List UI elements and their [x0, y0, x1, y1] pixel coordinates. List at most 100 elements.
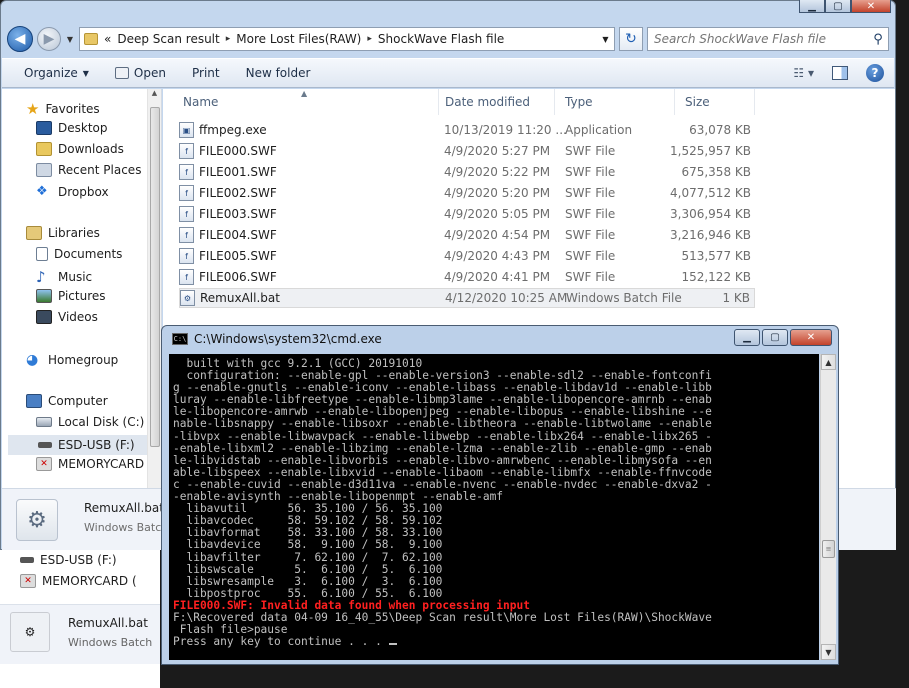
file-row[interactable]: ▣ ffmpeg.exe 10/13/2019 11:20 ... Applica… — [179, 120, 755, 140]
sidebar-item-dropbox[interactable]: ❖ Dropbox — [36, 184, 109, 199]
column-header-size[interactable]: Size — [675, 89, 755, 115]
file-row[interactable]: f FILE002.SWF 4/9/2020 5:20 PM SWF File 4… — [179, 183, 755, 203]
detail-file-type: Windows Batch — [84, 521, 169, 534]
scroll-thumb[interactable] — [150, 107, 160, 447]
sidebar-item-favorites[interactable]: ★ Favorites — [26, 100, 100, 118]
scroll-thumb[interactable]: ≡ — [822, 540, 835, 558]
sidebar-item-pictures[interactable]: Pictures — [36, 289, 106, 303]
sidebar-label: Documents — [54, 247, 123, 261]
maximize-button[interactable]: ▢ — [825, 0, 851, 13]
chevron-right-icon[interactable]: ▸ — [226, 34, 231, 44]
sidebar-item-recent-places[interactable]: Recent Places — [36, 163, 141, 177]
libraries-icon — [26, 226, 42, 240]
back-button[interactable]: ◀ — [7, 26, 33, 52]
organize-button[interactable]: Organize ▼ — [24, 66, 89, 80]
new-folder-button[interactable]: New folder — [246, 66, 311, 80]
sidebar-scrollbar[interactable]: ▲ — [147, 89, 161, 488]
new-folder-label: New folder — [245, 66, 311, 80]
scroll-up-arrow[interactable]: ▲ — [821, 354, 836, 370]
cmd-close-button[interactable]: ✕ — [790, 329, 832, 346]
file-row[interactable]: f FILE005.SWF 4/9/2020 4:43 PM SWF File 5… — [179, 246, 755, 266]
search-icon[interactable]: ⚲ — [868, 32, 888, 47]
cmd-title: C:\Windows\system32\cmd.exe — [194, 332, 382, 346]
pictures-icon — [36, 289, 52, 303]
sidebar-item-computer[interactable]: Computer — [26, 394, 108, 408]
chevron-right-icon[interactable]: ▸ — [367, 34, 372, 44]
breadcrumb-more-lost-files[interactable]: More Lost Files(RAW) ▸ — [236, 32, 372, 46]
console-line: -libvpx --enable-libwavpack --enable-lib… — [173, 429, 712, 443]
preview-pane-icon[interactable] — [832, 66, 848, 80]
console-output[interactable]: built with gcc 9.2.1 (GCC) 20191010 conf… — [169, 354, 819, 660]
console-line: -enable-libxml2 --enable-libzimg --enabl… — [173, 441, 712, 455]
sidebar-label: Recent Places — [58, 163, 142, 177]
sidebar-item-documents[interactable]: Documents — [36, 247, 122, 261]
batch-file-gear-icon: ⚙ — [10, 612, 50, 652]
sidebar-item-videos[interactable]: Videos — [36, 310, 98, 324]
sidebar-label: Dropbox — [58, 184, 109, 199]
cmd-scrollbar[interactable]: ▲ ≡ ▼ — [820, 354, 836, 660]
detail-file-name: RemuxAll.bat — [84, 501, 164, 515]
file-row[interactable]: f FILE006.SWF 4/9/2020 4:41 PM SWF File 1… — [179, 267, 755, 287]
console-line: libavfilter 7. 62.100 / 7. 62.100 — [173, 550, 443, 564]
close-button[interactable]: ✕ — [851, 0, 891, 13]
cmd-icon: C:\ — [172, 333, 188, 345]
navigation-bar: ◀ ▶ ▼ « Deep Scan result ▸ More Lost File… — [7, 25, 889, 53]
breadcrumb-deep-scan-result[interactable]: Deep Scan result ▸ — [117, 32, 230, 46]
cmd-titlebar[interactable]: C:\ C:\Windows\system32\cmd.exe — [172, 332, 382, 346]
file-row[interactable]: f FILE003.SWF 4/9/2020 5:05 PM SWF File 3… — [179, 204, 755, 224]
recent-places-icon — [36, 163, 52, 177]
hard-drive-icon — [36, 417, 52, 427]
view-options-icon[interactable]: ☷ ▾ — [793, 66, 814, 80]
forward-button[interactable]: ▶ — [37, 27, 61, 51]
sidebar-item-memorycard[interactable]: ✕ MEMORYCARD ( — [36, 457, 153, 471]
scroll-up-arrow[interactable]: ▲ — [148, 89, 161, 97]
refresh-button[interactable]: ↻ — [619, 27, 643, 51]
usb-drive-icon — [20, 557, 34, 563]
bg-nav-memorycard-label: MEMORYCARD ( — [42, 574, 137, 588]
sidebar-item-music[interactable]: ♪ Music — [36, 268, 92, 286]
column-header-type[interactable]: Type — [555, 89, 675, 115]
swf-file-icon: f — [179, 164, 194, 180]
breadcrumb-shockwave-flash-file[interactable]: ShockWave Flash file — [378, 32, 504, 46]
sidebar-item-libraries[interactable]: Libraries — [26, 226, 100, 240]
address-dropdown-arrow[interactable]: ▼ — [596, 35, 614, 44]
console-line-pause: Press any key to continue . . . — [173, 636, 819, 648]
text-cursor — [388, 643, 397, 646]
bg-nav-memorycard[interactable]: ✕ MEMORYCARD ( — [20, 571, 137, 591]
chevron-down-icon: ▼ — [82, 68, 89, 78]
swf-file-icon: f — [179, 227, 194, 243]
sidebar-item-local-disk[interactable]: Local Disk (C:) — [36, 415, 144, 429]
memorycard-icon: ✕ — [20, 574, 36, 588]
organize-label: Organize — [24, 66, 78, 80]
cmd-window-controls: ▁ ▢ ✕ — [734, 329, 832, 346]
open-button[interactable]: Open — [114, 66, 166, 80]
breadcrumb-overflow[interactable]: « — [104, 32, 111, 46]
sidebar-item-homegroup[interactable]: ◕ Homegroup — [26, 352, 118, 368]
file-row-selected[interactable]: ⚙ RemuxAll.bat 4/12/2020 10:25 AM Windows… — [179, 288, 755, 308]
address-bar[interactable]: « Deep Scan result ▸ More Lost Files(RAW)… — [79, 27, 615, 51]
homegroup-icon: ◕ — [26, 352, 39, 368]
memorycard-icon: ✕ — [36, 457, 52, 471]
swf-file-icon: f — [179, 206, 194, 222]
column-header-date[interactable]: Date modified — [435, 89, 555, 115]
console-line: libswresample 3. 6.100 / 3. 6.100 — [173, 574, 443, 588]
file-row[interactable]: f FILE001.SWF 4/9/2020 5:22 PM SWF File 6… — [179, 162, 755, 182]
computer-icon — [26, 394, 42, 408]
cmd-minimize-button[interactable]: ▁ — [734, 329, 760, 346]
minimize-button[interactable]: ▁ — [799, 0, 825, 13]
bg-nav-esd-usb[interactable]: ESD-USB (F:) — [20, 550, 117, 570]
search-input[interactable] — [654, 32, 868, 46]
file-row[interactable]: f FILE004.SWF 4/9/2020 4:54 PM SWF File 3… — [179, 225, 755, 245]
sidebar-item-desktop[interactable]: Desktop — [36, 121, 108, 135]
sidebar-item-downloads[interactable]: Downloads — [36, 142, 124, 156]
recent-pages-dropdown[interactable]: ▼ — [65, 35, 75, 44]
file-row[interactable]: f FILE000.SWF 4/9/2020 5:27 PM SWF File 1… — [179, 141, 755, 161]
cmd-maximize-button[interactable]: ▢ — [762, 329, 788, 346]
print-button[interactable]: Print — [192, 66, 220, 80]
search-box[interactable]: ⚲ — [647, 27, 889, 51]
bg-nav-esd-usb-label: ESD-USB (F:) — [40, 553, 117, 567]
help-icon[interactable]: ? — [866, 64, 884, 82]
print-label: Print — [191, 66, 220, 80]
sidebar-item-esd-usb[interactable]: ESD-USB (F:) — [8, 435, 148, 455]
scroll-down-arrow[interactable]: ▼ — [821, 644, 836, 660]
